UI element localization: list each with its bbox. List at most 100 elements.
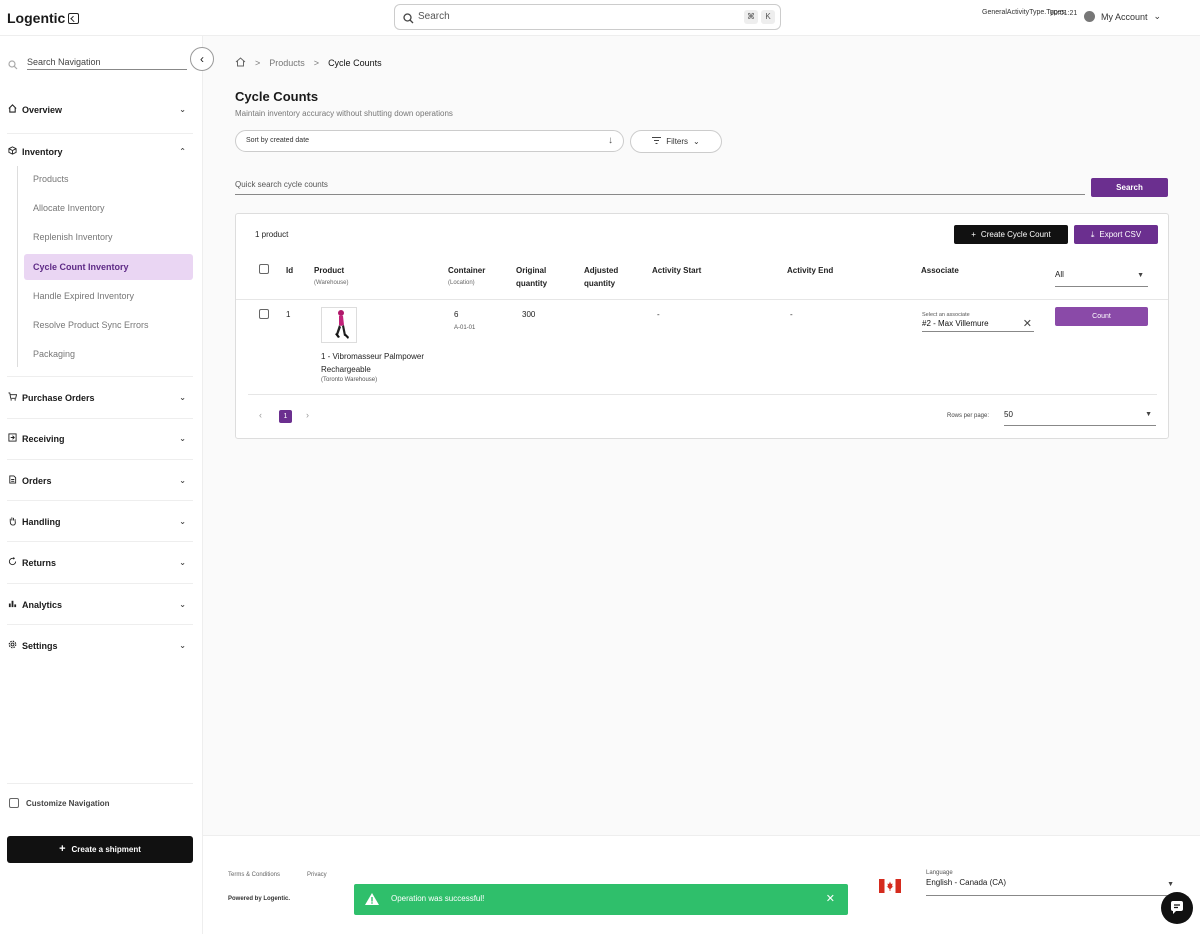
column-header-original-quantity[interactable]: Original quantity xyxy=(516,264,566,290)
sidebar-item-cycle-count-label: Cycle Count Inventory xyxy=(33,262,129,272)
create-cycle-count-button[interactable]: + Create Cycle Count xyxy=(954,225,1068,244)
warning-icon xyxy=(364,892,380,908)
nav-section-inventory[interactable]: Inventory ⌃ xyxy=(8,146,186,157)
receiving-icon xyxy=(8,433,17,444)
chevron-down-icon: ⌄ xyxy=(693,137,700,146)
nav-section-label: Analytics xyxy=(22,599,63,610)
search-icon xyxy=(8,57,18,75)
nav-section-overview[interactable]: Overview ⌄ xyxy=(8,104,186,115)
nav-section-purchase-orders[interactable]: Purchase Orders ⌄ xyxy=(8,392,186,403)
collapse-sidebar-button[interactable]: ‹ xyxy=(190,47,214,71)
column-header-container[interactable]: Container (Location) xyxy=(448,264,485,290)
activity-timer[interactable]: 00:01:21 xyxy=(1050,10,1077,17)
sidebar: Search Navigation ‹ Overview ⌄ Inventory… xyxy=(0,36,214,934)
chevron-down-icon: ⌄ xyxy=(179,434,186,443)
nav-section-label: Purchase Orders xyxy=(22,392,95,403)
powered-by-text: Powered by Logentic. xyxy=(228,896,291,902)
sidebar-item-products[interactable]: Products xyxy=(33,174,69,184)
filter-icon xyxy=(652,137,662,146)
sort-select[interactable]: Sort by created date ↓ xyxy=(235,130,624,152)
breadcrumb-separator: > xyxy=(313,58,320,68)
caret-down-icon: ▼ xyxy=(1167,881,1174,888)
sidebar-item-handle-expired-inventory[interactable]: Handle Expired Inventory xyxy=(33,291,134,301)
nav-section-receiving[interactable]: Receiving ⌄ xyxy=(8,433,186,444)
sidebar-item-packaging[interactable]: Packaging xyxy=(33,349,75,359)
create-cycle-count-label: Create Cycle Count xyxy=(980,230,1051,239)
page-number-button[interactable]: 1 xyxy=(279,410,292,423)
chevron-down-icon: ⌄ xyxy=(179,558,186,567)
page-title: Cycle Counts xyxy=(235,89,319,104)
sidebar-item-replenish-inventory[interactable]: Replenish Inventory xyxy=(33,232,113,242)
cart-icon xyxy=(8,392,18,403)
column-header-adjusted-quantity[interactable]: Adjusted quantity xyxy=(584,264,634,290)
previous-page-icon[interactable]: ‹ xyxy=(259,410,262,420)
activity-start: - xyxy=(657,310,660,319)
nav-section-label: Handling xyxy=(22,517,61,527)
quick-search-input[interactable]: Quick search cycle counts xyxy=(235,180,1085,195)
count-button[interactable]: Count xyxy=(1055,307,1148,326)
nav-section-label: Orders xyxy=(22,475,52,486)
nav-section-returns[interactable]: Returns ⌄ xyxy=(8,557,186,568)
column-header-associate[interactable]: Associate xyxy=(921,264,959,277)
nav-section-orders[interactable]: Orders ⌄ xyxy=(8,475,186,486)
column-header-sublabel: (Warehouse) xyxy=(314,280,349,286)
product-warehouse: (Toronto Warehouse) xyxy=(321,377,378,383)
customize-navigation-checkbox[interactable]: Customize Navigation xyxy=(9,798,110,808)
chevron-down-icon: ⌄ xyxy=(179,393,186,402)
column-header-id[interactable]: Id xyxy=(286,264,293,277)
privacy-link[interactable]: Privacy xyxy=(307,872,327,878)
breadcrumb: > Products > Cycle Counts xyxy=(235,57,382,69)
close-icon[interactable]: ✕ xyxy=(1023,317,1032,330)
chevron-down-icon: ⌄ xyxy=(179,517,186,526)
sidebar-item-allocate-inventory[interactable]: Allocate Inventory xyxy=(33,203,105,213)
arrow-down-icon[interactable]: ↓ xyxy=(608,135,613,146)
column-header-product[interactable]: Product (Warehouse) xyxy=(314,264,348,290)
product-thumbnail[interactable] xyxy=(321,307,357,343)
app-logo[interactable]: Logentic xyxy=(7,10,80,26)
chat-icon xyxy=(1169,900,1185,921)
breadcrumb-products-link[interactable]: Products xyxy=(269,58,305,68)
search-button[interactable]: Search xyxy=(1091,178,1168,197)
chevron-down-icon: ⌄ xyxy=(179,105,186,114)
sidebar-item-resolve-sync-errors[interactable]: Resolve Product Sync Errors xyxy=(33,320,149,330)
nav-section-label: Overview xyxy=(22,104,63,115)
avatar xyxy=(1084,11,1095,22)
nav-section-handling[interactable]: Handling ⌄ xyxy=(8,516,186,528)
sort-label: Sort by created date xyxy=(246,137,310,144)
home-icon[interactable] xyxy=(235,57,246,69)
create-shipment-button[interactable]: + Create a shipment xyxy=(7,836,193,863)
product-name[interactable]: 1 - Vibromasseur Palmpower Rechargeable xyxy=(321,350,446,376)
original-quantity: 300 xyxy=(522,310,536,319)
export-csv-button[interactable]: ⤓ Export CSV xyxy=(1074,225,1158,244)
language-select[interactable]: English - Canada (CA) ▼ xyxy=(926,878,1176,896)
create-shipment-label: Create a shipment xyxy=(71,845,141,854)
nav-search-placeholder: Search Navigation xyxy=(27,57,101,67)
status-filter-select[interactable]: All ▼ xyxy=(1055,267,1148,287)
chat-widget-button[interactable] xyxy=(1161,892,1193,924)
download-icon: ⤓ xyxy=(1090,230,1095,239)
breadcrumb-separator: > xyxy=(255,58,261,68)
checkbox-icon[interactable] xyxy=(9,798,19,808)
chevron-down-icon: ⌄ xyxy=(179,641,186,650)
filters-button[interactable]: Filters ⌄ xyxy=(630,130,722,153)
close-icon[interactable]: ✕ xyxy=(826,892,835,905)
global-search-input[interactable]: Search ⌘ K xyxy=(394,4,781,30)
terms-link[interactable]: Terms & Conditions xyxy=(228,872,280,878)
chevron-up-icon: ⌃ xyxy=(179,147,186,156)
next-page-icon[interactable]: › xyxy=(306,410,309,420)
container-location: A-01-01 xyxy=(454,325,476,331)
associate-select[interactable]: Select an associate #2 - Max Villemure ✕ xyxy=(922,312,1034,332)
nav-section-settings[interactable]: Settings ⌄ xyxy=(8,640,186,651)
column-header-activity-start[interactable]: Activity Start xyxy=(652,264,701,277)
logo-icon xyxy=(68,12,80,24)
container-number: 6 xyxy=(454,310,459,319)
nav-section-analytics[interactable]: Analytics ⌄ xyxy=(8,599,186,610)
gear-icon xyxy=(8,640,17,651)
column-header-activity-end[interactable]: Activity End xyxy=(787,264,833,277)
rows-per-page-select[interactable]: 50 ▼ xyxy=(1004,408,1156,426)
account-menu[interactable]: My Account ⌄ xyxy=(1084,11,1161,22)
activity-end: - xyxy=(790,310,793,319)
plus-icon: + xyxy=(971,230,976,239)
select-all-checkbox[interactable] xyxy=(259,264,269,274)
row-checkbox[interactable] xyxy=(259,309,269,319)
